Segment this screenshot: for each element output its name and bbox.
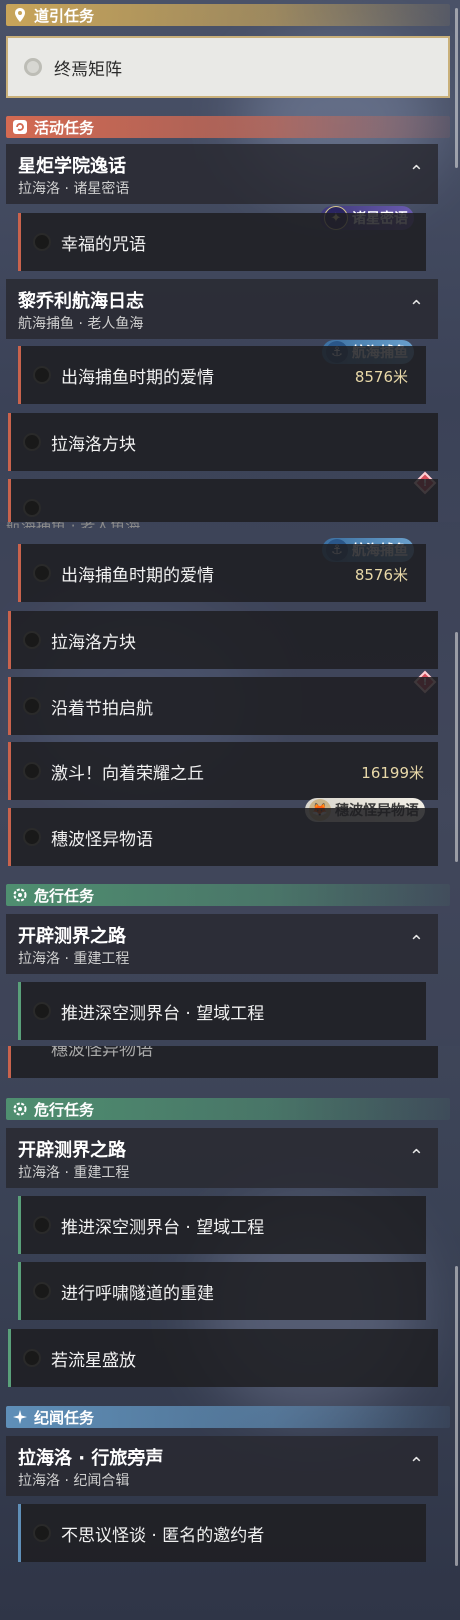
quest-label: 进行呼啸隧道的重建 — [61, 1283, 214, 1304]
scrollbar[interactable] — [455, 632, 458, 862]
quest-status-icon — [33, 1524, 51, 1542]
quest-item-partial[interactable]: 穗波怪异物语 — [8, 1046, 438, 1078]
chevron-up-icon[interactable]: ⌃ — [409, 1146, 424, 1167]
quest-label: 拉海洛方块 — [51, 632, 136, 653]
chevron-up-icon[interactable]: ⌃ — [409, 162, 424, 183]
quest-item[interactable]: 沿着节拍启航 — [8, 677, 438, 735]
group-title: 黎乔利航海日志 — [18, 291, 144, 312]
category-chronicle-header: 纪闻任务 — [6, 1406, 450, 1428]
quest-distance: 16199米 — [361, 764, 424, 782]
quest-label: 出海捕鱼时期的爱情 — [61, 565, 214, 586]
quest-label: 终焉矩阵 — [54, 59, 122, 80]
category-event-header: 活动任务 — [6, 116, 450, 138]
cropped-group-subtitle: 航海捕鱼 · 老人鱼海 — [6, 522, 438, 528]
quest-status-icon — [33, 366, 51, 384]
quest-status-icon — [23, 762, 41, 780]
quest-distance: 8576米 — [354, 566, 408, 584]
chevron-up-icon[interactable]: ⌃ — [409, 1454, 424, 1475]
quest-label: 拉海洛方块 — [51, 434, 136, 455]
quest-item[interactable]: 幸福的咒语 — [18, 213, 426, 271]
quest-item[interactable]: 不思议怪谈 · 匿名的邀约者 — [18, 1504, 426, 1562]
quest-label: 若流星盛放 — [51, 1350, 136, 1371]
quest-item[interactable]: 推进深空测界台 · 望域工程 — [18, 1196, 426, 1254]
quest-label: 幸福的咒语 — [61, 234, 146, 255]
scrollbar[interactable] — [455, 8, 458, 168]
quest-label: 沿着节拍启航 — [51, 698, 153, 719]
quest-status-icon — [23, 433, 41, 451]
selected-quest-item[interactable]: 终焉矩阵 — [6, 36, 450, 98]
quest-panel-segment-3: 穗波怪异物语 危行任务 开辟测界之路 拉海洛 · 重建工程 ⌃ 推进深空测界台 … — [0, 1046, 460, 1620]
quest-status-icon — [24, 58, 42, 76]
group-subtitle: 拉海洛 · 纪闻合辑 — [18, 1473, 130, 1489]
group-title: 开辟测界之路 — [18, 926, 126, 947]
quest-label: 穗波怪异物语 — [51, 829, 153, 850]
gear-icon — [12, 1101, 28, 1117]
quest-panel-segment-2: 航海捕鱼 · 老人鱼海 ⚓ 航海捕鱼 出海捕鱼时期的爱情 8576米 拉海洛方块… — [0, 522, 460, 1046]
group-subtitle: 拉海洛 · 诸星密语 — [18, 181, 130, 197]
group-subtitle: 拉海洛 · 重建工程 — [18, 951, 130, 967]
category-danger-header: 危行任务 — [6, 1098, 450, 1120]
quest-group-liqiaoli[interactable]: 黎乔利航海日志 航海捕鱼 · 老人鱼海 ⌃ — [6, 279, 438, 339]
quest-item[interactable]: 进行呼啸隧道的重建 — [18, 1262, 426, 1320]
group-title: 星炬学院逸话 — [18, 156, 126, 177]
quest-panel-segment-1: 道引任务 终焉矩阵 活动任务 星炬学院逸话 拉海洛 · 诸星密语 ⌃ ✦ 诸星密… — [0, 0, 460, 522]
category-label: 危行任务 — [34, 1100, 95, 1119]
group-title: 拉海洛 · 行旅旁声 — [18, 1448, 164, 1469]
category-label: 活动任务 — [34, 118, 95, 137]
category-label: 纪闻任务 — [34, 1408, 95, 1427]
quest-item[interactable]: 穗波怪异物语 — [8, 808, 438, 866]
quest-status-icon — [23, 1349, 41, 1367]
category-guide-header: 道引任务 — [6, 4, 450, 26]
category-label: 危行任务 — [34, 886, 95, 905]
scrollbar[interactable] — [455, 1266, 458, 1566]
group-subtitle: 拉海洛 · 重建工程 — [18, 1165, 130, 1181]
quest-label: 推进深空测界台 · 望域工程 — [61, 1003, 265, 1024]
quest-label: 激斗！向着荣耀之丘 — [51, 763, 204, 784]
refresh-icon — [12, 119, 28, 135]
sparkle-icon — [12, 1409, 28, 1425]
quest-item[interactable]: 出海捕鱼时期的爱情 8576米 — [18, 544, 426, 602]
quest-item[interactable]: 激斗！向着荣耀之丘 16199米 — [8, 742, 438, 800]
quest-group-kaipi[interactable]: 开辟测界之路 拉海洛 · 重建工程 ⌃ — [6, 1128, 438, 1188]
quest-item[interactable]: 出海捕鱼时期的爱情 8576米 — [18, 346, 426, 404]
quest-label: 推进深空测界台 · 望域工程 — [61, 1217, 265, 1238]
group-title: 开辟测界之路 — [18, 1140, 126, 1161]
quest-group-xingju[interactable]: 星炬学院逸话 拉海洛 · 诸星密语 ⌃ — [6, 144, 438, 204]
gear-icon — [12, 887, 28, 903]
quest-group-lahailuo[interactable]: 拉海洛 · 行旅旁声 拉海洛 · 纪闻合辑 ⌃ — [6, 1436, 438, 1496]
quest-status-icon — [33, 1002, 51, 1020]
pin-icon — [12, 7, 28, 23]
quest-status-icon — [23, 631, 41, 649]
quest-label: 穗波怪异物语 — [51, 1046, 153, 1060]
quest-status-icon — [33, 233, 51, 251]
quest-item[interactable]: 若流星盛放 — [8, 1329, 438, 1387]
quest-item[interactable]: 拉海洛方块 — [8, 413, 438, 471]
quest-status-icon — [23, 697, 41, 715]
quest-status-icon — [23, 828, 41, 846]
quest-status-icon — [33, 564, 51, 582]
quest-label: 不思议怪谈 · 匿名的邀约者 — [61, 1525, 265, 1546]
category-danger-header: 危行任务 — [6, 884, 450, 906]
quest-status-icon — [23, 499, 41, 517]
quest-status-icon — [33, 1282, 51, 1300]
quest-group-kaipi[interactable]: 开辟测界之路 拉海洛 · 重建工程 ⌃ — [6, 914, 438, 974]
quest-distance: 8576米 — [354, 368, 408, 386]
quest-item-partial[interactable]: 沿着节拍启航 — [8, 479, 438, 522]
quest-item[interactable]: 拉海洛方块 — [8, 611, 438, 669]
chevron-up-icon[interactable]: ⌃ — [409, 932, 424, 953]
category-label: 道引任务 — [34, 6, 95, 25]
chevron-up-icon[interactable]: ⌃ — [409, 297, 424, 318]
quest-label: 出海捕鱼时期的爱情 — [61, 367, 214, 388]
group-subtitle: 航海捕鱼 · 老人鱼海 — [18, 316, 144, 332]
quest-item[interactable]: 推进深空测界台 · 望域工程 — [18, 982, 426, 1040]
quest-status-icon — [33, 1216, 51, 1234]
